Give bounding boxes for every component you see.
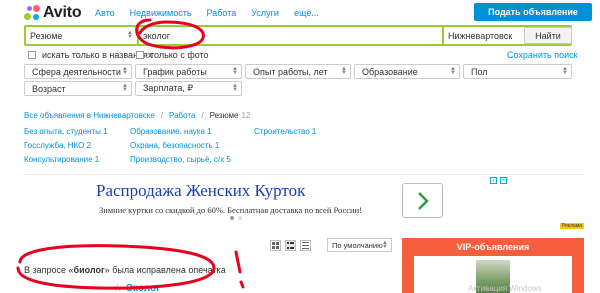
red-annotations [16,18,245,290]
annotation-circle-typo [16,244,216,290]
annotation-exclamation [234,250,242,274]
annotation-circle-query [135,18,205,50]
annotation-exclamation-dot [239,280,245,289]
